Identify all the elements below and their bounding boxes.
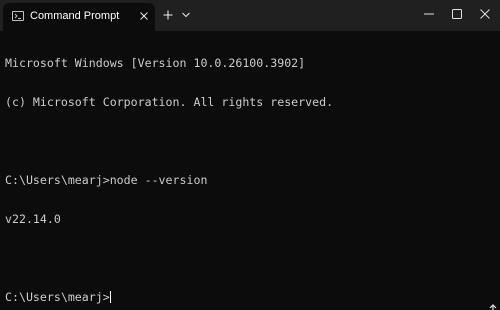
new-tab-plus-icon[interactable] (160, 7, 176, 23)
scroll-down-arrow-icon[interactable] (488, 298, 498, 310)
chevron-down-icon[interactable] (179, 7, 193, 23)
tab-command-prompt[interactable]: Command Prompt (3, 3, 155, 31)
terminal-line: Microsoft Windows [Version 10.0.26100.39… (5, 56, 306, 70)
tab-title: Command Prompt (30, 10, 120, 22)
maximize-icon[interactable] (442, 0, 472, 28)
terminal-line: (c) Microsoft Corporation. All rights re… (5, 95, 334, 109)
text-cursor (109, 291, 111, 303)
terminal-icon (12, 11, 24, 21)
terminal-line: v22.14.0 (5, 212, 61, 226)
minimize-icon[interactable] (414, 0, 444, 28)
close-tab-icon[interactable] (137, 9, 151, 23)
close-icon[interactable] (470, 0, 500, 28)
terminal-window: Command Prompt Microsoft Windows [Versio… (0, 0, 500, 310)
terminal-line: C:\Users\mearj>node --version (5, 173, 208, 187)
terminal-output[interactable]: Microsoft Windows [Version 10.0.26100.39… (5, 31, 485, 304)
title-bar[interactable]: Command Prompt (0, 0, 500, 31)
prompt-text: C:\Users\mearj> (5, 290, 110, 304)
prompt-line[interactable]: C:\Users\mearj> (5, 291, 485, 304)
